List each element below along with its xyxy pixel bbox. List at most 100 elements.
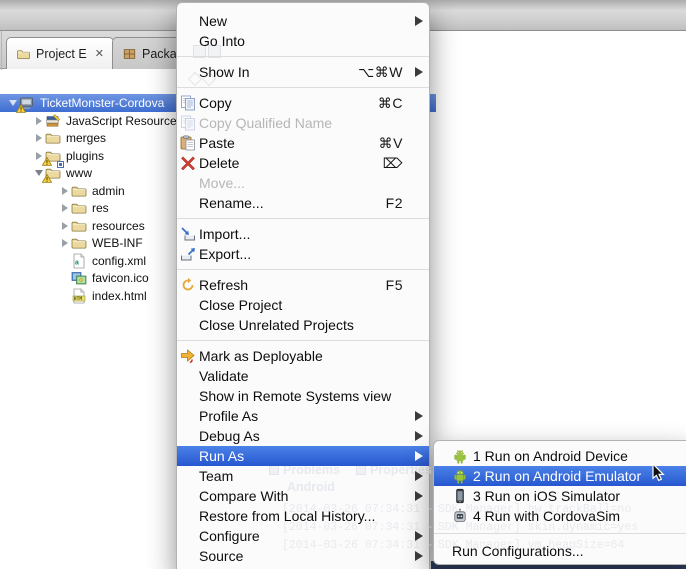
- menu-item-mark-as-deployable[interactable]: Mark as Deployable: [177, 346, 429, 366]
- menu-item-debug-as[interactable]: Debug As: [177, 426, 429, 446]
- folder-icon: [71, 235, 88, 251]
- tree-item-label: config.xml: [92, 254, 146, 268]
- menu-item-close-unrelated-projects[interactable]: Close Unrelated Projects: [177, 315, 429, 335]
- submenu-arrow-icon: [411, 531, 423, 541]
- menu-item-copy[interactable]: Copy ⌘C: [177, 93, 429, 113]
- tree-item-label: res: [92, 201, 109, 215]
- menu-item-label: 2 Run on Android Emulator: [473, 468, 666, 484]
- menu-item-show-in[interactable]: Show In⌥⌘W: [177, 62, 429, 82]
- menu-item-source[interactable]: Source: [177, 546, 429, 566]
- menu-item-label: 1 Run on Android Device: [473, 448, 666, 464]
- expand-arrow-icon[interactable]: [58, 222, 71, 230]
- menu-item-new[interactable]: New: [177, 11, 429, 31]
- menu-item-label: Paste: [199, 135, 369, 151]
- menu-item-label: Refresh: [199, 277, 376, 293]
- image-file-icon: [71, 270, 88, 286]
- eclipse-window: Project E✕Packag TicketMonster-CordovaJa…: [0, 0, 686, 569]
- delete-icon: [180, 155, 196, 171]
- menu-item-delete[interactable]: Delete ⌦: [177, 153, 429, 173]
- menu-item-team[interactable]: Team: [177, 466, 429, 486]
- submenu-item-run-configurations[interactable]: Run Configurations...: [434, 541, 686, 561]
- menu-shortcut: ⌦: [383, 155, 403, 172]
- submenu-arrow-icon: [411, 451, 423, 461]
- deploy-icon: [180, 348, 196, 364]
- menu-item-restore-from-local-history[interactable]: Restore from Local History...: [177, 506, 429, 526]
- menu-item-run-as[interactable]: Run As: [177, 446, 429, 466]
- menu-item-label: Delete: [199, 155, 373, 171]
- menu-item-paste[interactable]: Paste ⌘V: [177, 133, 429, 153]
- menu-item-label: Configure: [199, 528, 403, 544]
- menu-item-close-project[interactable]: Close Project: [177, 295, 429, 315]
- menu-item-compare-with[interactable]: Compare With: [177, 486, 429, 506]
- tree-item-label: WEB-INF: [92, 236, 143, 250]
- mouse-cursor: [652, 463, 666, 483]
- submenu-item-2-run-on-android-emulator[interactable]: 2 Run on Android Emulator: [434, 466, 686, 486]
- menu-shortcut: F5: [386, 277, 403, 293]
- submenu-arrow-icon: [411, 16, 423, 26]
- menu-item-validate[interactable]: Validate: [177, 366, 429, 386]
- menu-item-show-in-remote-systems-view[interactable]: Show in Remote Systems view: [177, 386, 429, 406]
- menu-shortcut: F2: [386, 195, 403, 211]
- folder-icon: [45, 130, 62, 146]
- menu-item-export[interactable]: Export...: [177, 244, 429, 264]
- paste-icon: [180, 135, 196, 151]
- package-explorer-icon: [122, 47, 137, 61]
- menu-item-label: Move...: [199, 175, 403, 191]
- menu-separator: [177, 51, 429, 62]
- menu-separator: [177, 264, 429, 275]
- copy-icon: [180, 115, 196, 131]
- menu-item-label: Compare With: [199, 488, 403, 504]
- submenu-item-3-run-on-ios-simulator[interactable]: 3 Run on iOS Simulator: [434, 486, 686, 506]
- menu-separator: [434, 526, 686, 541]
- menu-item-import[interactable]: Import...: [177, 224, 429, 244]
- tree-item-label: index.html: [92, 289, 147, 303]
- tree-item-label: www: [66, 166, 92, 180]
- folder-icon: [71, 183, 88, 199]
- menu-item-label: 3 Run on iOS Simulator: [473, 488, 666, 504]
- menu-item-configure[interactable]: Configure: [177, 526, 429, 546]
- expand-arrow-icon[interactable]: [58, 239, 71, 247]
- tab-label: Project E: [36, 47, 87, 61]
- menu-shortcut: ⌘V: [379, 135, 403, 152]
- menu-item-label: Show in Remote Systems view: [199, 388, 403, 404]
- menu-shortcut: ⌘C: [378, 95, 403, 112]
- submenu-item-1-run-on-android-device[interactable]: 1 Run on Android Device: [434, 446, 686, 466]
- tree-item-label: favicon.ico: [92, 271, 149, 285]
- expand-arrow-icon[interactable]: [32, 117, 45, 125]
- submenu-arrow-icon: [411, 551, 423, 561]
- tab-close-icon[interactable]: ✕: [95, 47, 104, 60]
- menu-separator: [177, 213, 429, 224]
- android-icon: [452, 448, 468, 464]
- context-menu: Problems Properties Android [2014-03-26 …: [176, 2, 430, 569]
- expand-arrow-icon[interactable]: [58, 187, 71, 195]
- tree-item-label: merges: [66, 131, 106, 145]
- tree-item-label: resources: [92, 219, 145, 233]
- submenu-arrow-icon: [411, 491, 423, 501]
- menu-item-go-into[interactable]: Go Into: [177, 31, 429, 51]
- menu-item-label: Run Configurations...: [452, 543, 666, 559]
- menu-item-label: Copy: [199, 95, 368, 111]
- export-icon: [180, 246, 196, 262]
- submenu-item-4-run-with-cordovasim[interactable]: 4 Run with CordovaSim: [434, 506, 686, 526]
- menu-item-label: Import...: [199, 226, 403, 242]
- menu-item-move: Move...: [177, 173, 429, 193]
- menu-item-label: Close Unrelated Projects: [199, 317, 403, 333]
- menu-item-profile-as[interactable]: Profile As: [177, 406, 429, 426]
- menu-item-label: Mark as Deployable: [199, 348, 403, 364]
- refresh-icon: [180, 277, 196, 293]
- run-as-submenu: SDK Manager] hw.trackBall=no SDK Manager…: [433, 440, 686, 565]
- menu-item-label: New: [199, 13, 403, 29]
- tree-item-label: TicketMonster-Cordova: [40, 96, 164, 110]
- android-icon: [452, 468, 468, 484]
- menu-item-refresh[interactable]: Refresh F5: [177, 275, 429, 295]
- expand-arrow-icon[interactable]: [32, 134, 45, 142]
- menu-item-label: Copy Qualified Name: [199, 115, 403, 131]
- menu-item-rename[interactable]: Rename...F2: [177, 193, 429, 213]
- menu-item-label: Source: [199, 548, 403, 564]
- js-resources-icon: [45, 113, 62, 129]
- tab-project-explorer[interactable]: Project E ✕: [6, 37, 114, 69]
- tree-item-label: plugins: [66, 149, 104, 163]
- folder-icon: [71, 218, 88, 234]
- expand-arrow-icon[interactable]: [58, 204, 71, 212]
- menu-item-label: Profile As: [199, 408, 403, 424]
